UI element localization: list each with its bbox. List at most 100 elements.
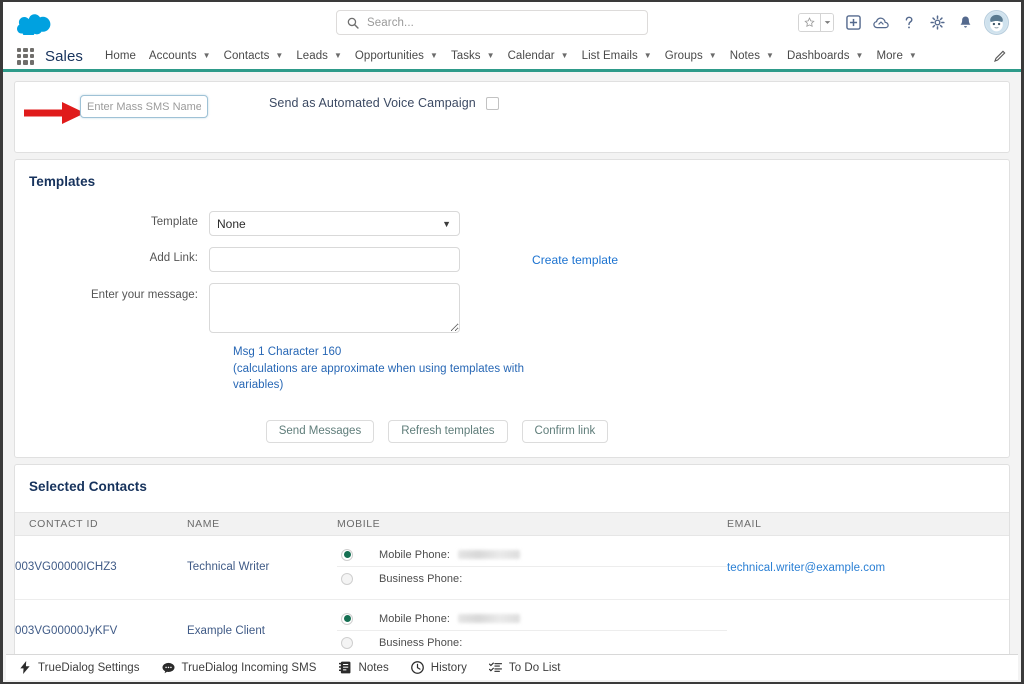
refresh-templates-button[interactable]: Refresh templates — [388, 419, 508, 443]
nav-item-leads[interactable]: Leads ▼ — [296, 50, 342, 62]
nav-item-accounts[interactable]: Accounts ▼ — [149, 50, 211, 62]
column-header-email: EMAIL — [727, 511, 1009, 536]
help-icon[interactable] — [900, 14, 918, 32]
nav-item-home[interactable]: Home — [105, 50, 136, 62]
phone-options: Mobile Phone: Business Phone: — [337, 543, 727, 591]
chevron-down-icon[interactable]: ▼ — [709, 52, 717, 60]
lightning-bolt-icon — [18, 661, 31, 674]
send-messages-button[interactable]: Send Messages — [265, 419, 375, 443]
utility-item-history[interactable]: History — [410, 661, 467, 674]
nav-item-list: Home Accounts ▼ Contacts ▼ Leads ▼ Opportun… — [105, 50, 1021, 62]
mobile-phone-option[interactable]: Mobile Phone: — [337, 543, 727, 567]
chevron-down-icon[interactable]: ▼ — [561, 52, 569, 60]
nav-item-calendar[interactable]: Calendar ▼ — [508, 50, 569, 62]
chevron-down-icon[interactable]: ▼ — [334, 52, 342, 60]
chevron-down-icon[interactable]: ▼ — [644, 52, 652, 60]
red-arrow-annotation — [24, 100, 86, 126]
chevron-down-icon[interactable]: ▼ — [766, 52, 774, 60]
utility-bar: TrueDialog Settings TrueDialog Incoming … — [6, 654, 1018, 680]
business-phone-radio[interactable] — [341, 573, 353, 585]
business-phone-radio[interactable] — [341, 637, 353, 650]
create-template-link[interactable]: Create template — [532, 253, 618, 267]
search-icon — [347, 17, 359, 29]
chevron-down-icon[interactable]: ▼ — [430, 52, 438, 60]
chevron-down-icon[interactable]: ▼ — [856, 52, 864, 60]
chat-bubble-icon — [162, 661, 175, 674]
notifications-bell-icon[interactable] — [956, 14, 974, 32]
nav-item-contacts[interactable]: Contacts ▼ — [224, 50, 284, 62]
table-row: 003VG00000ICHZ3 Technical Writer Mobile … — [15, 535, 1009, 600]
nav-item-more[interactable]: More ▼ — [876, 50, 916, 62]
utility-item-notes[interactable]: Notes — [338, 661, 389, 674]
pencil-edit-icon[interactable] — [993, 49, 1007, 63]
email-link[interactable]: technical.writer@example.com — [727, 562, 885, 574]
utility-item-label: History — [430, 661, 467, 674]
nav-item-notes[interactable]: Notes ▼ — [730, 50, 774, 62]
cell-mobile: Mobile Phone: Business Phone: — [337, 535, 727, 600]
favorites-caret-icon[interactable] — [820, 14, 833, 31]
mobile-phone-value-redacted — [457, 550, 520, 559]
global-search[interactable]: Search... — [336, 10, 648, 35]
mobile-phone-radio[interactable] — [341, 612, 353, 625]
template-select[interactable]: None — [209, 211, 460, 236]
business-phone-label: Business Phone: — [379, 573, 463, 585]
chevron-down-icon[interactable]: ▼ — [203, 52, 211, 60]
header-actions — [798, 2, 1009, 43]
nav-item-label: More — [876, 50, 903, 62]
mobile-phone-option[interactable]: Mobile Phone: — [337, 607, 727, 632]
clock-icon — [410, 661, 424, 674]
utility-item-to-do-list[interactable]: To Do List — [488, 661, 561, 674]
search-box[interactable]: Search... — [336, 10, 648, 35]
template-field-label: Template — [150, 216, 198, 228]
utility-item-truedialog-incoming-sms[interactable]: TrueDialog Incoming SMS — [162, 661, 317, 674]
voice-campaign-group: Send as Automated Voice Campaign — [269, 96, 499, 110]
templates-section-title: Templates — [29, 174, 96, 189]
nav-item-label: Tasks — [450, 50, 481, 62]
message-textarea[interactable] — [209, 283, 460, 333]
column-header-name: NAME — [187, 511, 337, 536]
nav-item-list-emails[interactable]: List Emails ▼ — [582, 50, 652, 62]
nav-item-opportunities[interactable]: Opportunities ▼ — [355, 50, 438, 62]
voice-campaign-checkbox[interactable] — [485, 96, 499, 110]
nav-item-tasks[interactable]: Tasks ▼ — [451, 50, 495, 62]
mass-sms-name-card: Send as Automated Voice Campaign — [14, 81, 1010, 153]
chevron-down-icon[interactable]: ▼ — [275, 52, 283, 60]
mobile-phone-radio[interactable] — [341, 548, 353, 561]
template-field-row: Template None ▼ — [15, 211, 1009, 236]
business-phone-option[interactable]: Business Phone: — [337, 631, 727, 655]
page-content: Send as Automated Voice Campaign Templat… — [3, 72, 1021, 664]
business-phone-option[interactable]: Business Phone: — [337, 567, 727, 591]
favorites-star-icon[interactable] — [799, 14, 820, 31]
user-avatar[interactable] — [984, 10, 1009, 35]
template-select-wrap: None ▼ — [209, 211, 460, 236]
utility-item-truedialog-settings[interactable]: TrueDialog Settings — [18, 661, 140, 674]
business-phone-label: Business Phone: — [379, 637, 463, 650]
character-count-line1: Msg 1 Character 160 — [233, 346, 342, 358]
nav-item-label: Groups — [664, 50, 703, 62]
mass-sms-name-input[interactable] — [80, 95, 208, 118]
nav-item-label: List Emails — [581, 50, 638, 62]
utility-item-label: TrueDialog Settings — [38, 661, 140, 674]
app-navigation-bar: Sales Home Accounts ▼ Contacts ▼ Leads ▼ Op… — [3, 43, 1021, 72]
cloud-setup-icon[interactable] — [872, 14, 890, 32]
confirm-link-button[interactable]: Confirm link — [521, 419, 609, 443]
nav-item-groups[interactable]: Groups ▼ — [665, 50, 717, 62]
global-header: Search... — [3, 2, 1021, 43]
add-link-field-row: Add Link: — [15, 247, 1009, 272]
chevron-down-icon[interactable]: ▼ — [487, 52, 495, 60]
utility-item-label: TrueDialog Incoming SMS — [181, 661, 317, 674]
favorites-control[interactable] — [798, 13, 834, 32]
mobile-phone-label: Mobile Phone: — [379, 612, 450, 625]
salesforce-cloud-logo[interactable] — [17, 11, 51, 35]
nav-item-dashboards[interactable]: Dashboards ▼ — [787, 50, 863, 62]
character-count-note: Msg 1 Character 160 (calculations are ap… — [233, 344, 533, 394]
templates-card: Templates Template None ▼ Add Link: Ente… — [14, 159, 1010, 458]
add-plus-icon[interactable] — [844, 14, 862, 32]
app-launcher-waffle-icon[interactable] — [17, 47, 34, 65]
add-link-input[interactable] — [209, 247, 460, 272]
chevron-down-icon[interactable]: ▼ — [909, 52, 917, 60]
selected-contacts-card: Selected Contacts CONTACT ID NAME MOBILE… — [14, 463, 1010, 664]
search-placeholder: Search... — [367, 16, 414, 29]
settings-gear-icon[interactable] — [928, 14, 946, 32]
nav-item-label: Dashboards — [787, 50, 850, 62]
